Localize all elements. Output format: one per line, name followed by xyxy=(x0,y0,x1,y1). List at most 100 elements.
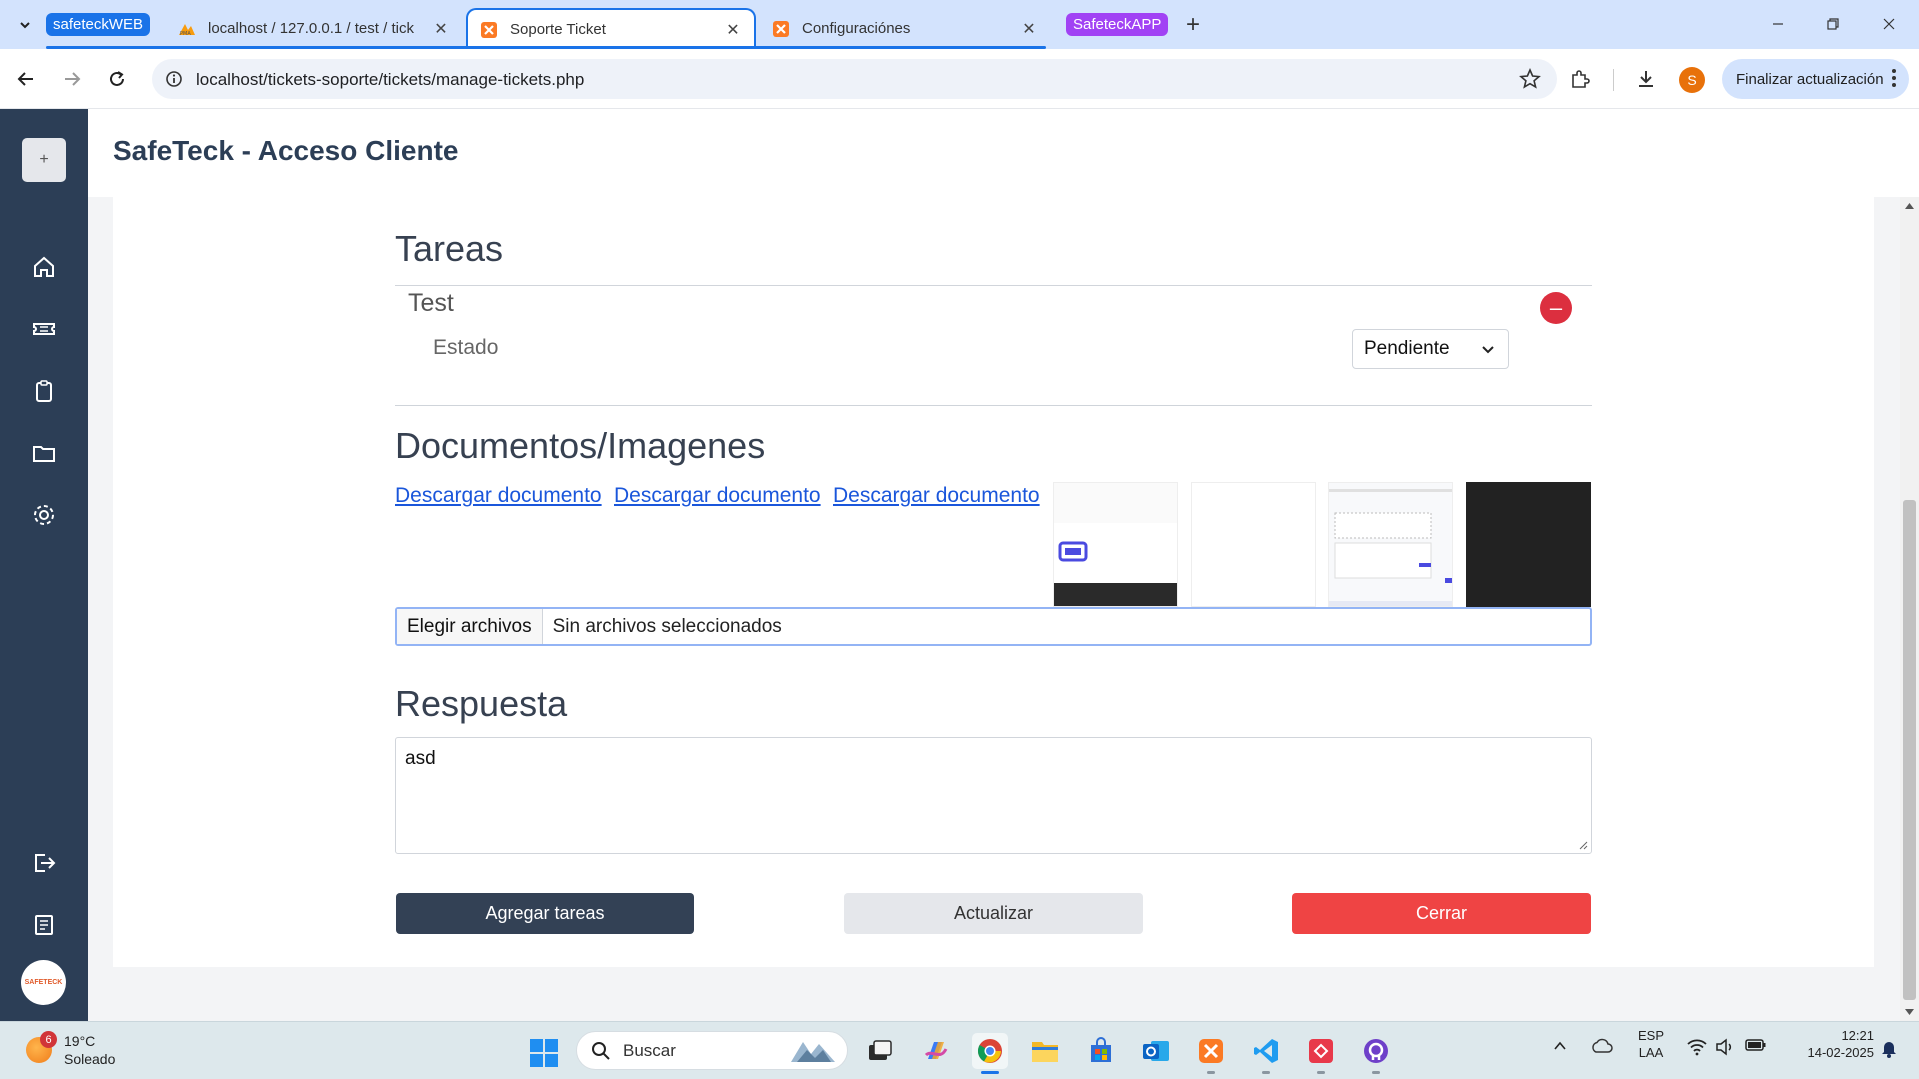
logout-icon[interactable] xyxy=(26,845,62,881)
safeteck-logo: SAFETECK xyxy=(21,960,66,1005)
scroll-down-icon[interactable] xyxy=(1905,1009,1914,1016)
clock[interactable]: 12:21 14-02-2025 xyxy=(1784,1027,1875,1061)
report-icon[interactable] xyxy=(26,907,62,943)
volume-icon[interactable] xyxy=(1715,1038,1735,1056)
store-icon[interactable] xyxy=(1083,1033,1119,1069)
search-highlight-icon xyxy=(791,1042,835,1062)
address-bar[interactable]: localhost/tickets-soporte/tickets/manage… xyxy=(152,59,1557,99)
toolbar-divider xyxy=(1613,69,1614,91)
finish-update-button[interactable]: Finalizar actualización xyxy=(1722,59,1909,99)
file-upload-input[interactable]: Elegir archivos Sin archivos seleccionad… xyxy=(395,607,1592,646)
restore-icon xyxy=(1827,18,1839,30)
show-hidden-icons-button[interactable] xyxy=(1552,1038,1568,1054)
language-code: ESP xyxy=(1637,1028,1664,1043)
xampp-icon xyxy=(480,21,498,39)
weather-widget[interactable]: 6 19°C Soleado xyxy=(26,1031,115,1068)
phpmyadmin-icon: PMA xyxy=(178,20,196,38)
download-document-link[interactable]: Descargar documento xyxy=(833,484,1040,508)
tab-group-safeteckapp[interactable]: SafeteckAPP xyxy=(1066,13,1169,36)
outlook-icon[interactable] xyxy=(1138,1033,1174,1069)
language-indicator[interactable]: ESP LAA xyxy=(1636,1027,1666,1061)
new-tab-button[interactable]: + xyxy=(1180,11,1206,38)
remove-task-button[interactable]: – xyxy=(1540,292,1572,324)
download-icon xyxy=(1639,71,1653,87)
tab-search-dropdown[interactable] xyxy=(12,12,38,38)
home-icon[interactable] xyxy=(26,249,62,285)
windows-logo-icon xyxy=(530,1039,558,1067)
restore-button[interactable] xyxy=(1813,8,1853,40)
onedrive-icon[interactable] xyxy=(1590,1038,1614,1054)
profile-avatar[interactable]: S xyxy=(1679,67,1705,93)
update-button[interactable]: Actualizar xyxy=(844,893,1143,934)
site-info-icon[interactable] xyxy=(164,69,184,94)
response-textarea[interactable]: asd xyxy=(395,737,1592,854)
tab-title: Configuraciónes xyxy=(802,20,911,37)
search-placeholder: Buscar xyxy=(623,1040,676,1060)
browser-toolbar: localhost/tickets-soporte/tickets/manage… xyxy=(0,49,1919,109)
xampp-icon[interactable] xyxy=(1193,1033,1229,1074)
clipboard-icon[interactable] xyxy=(26,373,62,409)
image-thumbnail[interactable] xyxy=(1053,482,1178,607)
tab-phpmyadmin[interactable]: PMA localhost / 127.0.0.1 / test / tick … xyxy=(166,8,462,49)
clock-date: 14-02-2025 xyxy=(1807,1045,1875,1060)
response-title: Respuesta xyxy=(395,683,568,724)
more-vert-icon[interactable] xyxy=(1891,67,1897,93)
puzzle-icon xyxy=(1572,70,1590,88)
chevron-up-icon xyxy=(1554,1041,1566,1050)
keyboard-layout: LAA xyxy=(1638,1045,1664,1060)
bookmark-star-icon[interactable] xyxy=(1519,67,1541,95)
minimize-button[interactable] xyxy=(1758,8,1798,40)
sun-icon: 6 xyxy=(26,1031,57,1063)
close-window-button[interactable] xyxy=(1869,8,1909,40)
reload-button[interactable] xyxy=(101,63,133,95)
extensions-button[interactable] xyxy=(1564,63,1596,95)
close-icon[interactable]: ✕ xyxy=(1020,20,1038,38)
tab-soporte-ticket[interactable]: Soporte Ticket ✕ xyxy=(466,8,756,49)
settings-icon[interactable] xyxy=(26,497,62,533)
wifi-icon[interactable] xyxy=(1686,1038,1708,1056)
download-document-link[interactable]: Descargar documento xyxy=(614,484,821,508)
xampp-icon xyxy=(772,20,790,38)
vscode-icon[interactable] xyxy=(1248,1033,1284,1074)
folder-icon[interactable] xyxy=(26,435,62,471)
image-thumbnail[interactable] xyxy=(1191,482,1316,607)
scroll-up-icon[interactable] xyxy=(1905,202,1914,209)
task-name: Test xyxy=(408,289,454,317)
notifications-bell-icon[interactable] xyxy=(1880,1038,1898,1058)
choose-files-button[interactable]: Elegir archivos xyxy=(397,609,543,644)
task-status-select[interactable]: Pendiente xyxy=(1352,329,1509,369)
chrome-icon[interactable] xyxy=(972,1033,1008,1074)
forward-button[interactable] xyxy=(56,63,88,95)
back-button[interactable] xyxy=(10,63,42,95)
arrow-right-icon xyxy=(65,72,81,86)
search-icon xyxy=(592,1041,610,1060)
add-tasks-button[interactable]: Agregar tareas xyxy=(396,893,694,934)
scrollbar-thumb[interactable] xyxy=(1903,500,1916,1000)
git-app-icon[interactable] xyxy=(1303,1033,1339,1074)
downloads-button[interactable] xyxy=(1630,63,1662,95)
file-status-text: Sin archivos seleccionados xyxy=(552,615,782,637)
download-document-link[interactable]: Descargar documento xyxy=(395,484,602,508)
github-desktop-icon[interactable] xyxy=(1358,1033,1394,1074)
start-button[interactable] xyxy=(529,1038,559,1073)
tab-configuraciones[interactable]: Configuraciónes ✕ xyxy=(760,8,1050,49)
copilot-icon[interactable] xyxy=(918,1033,954,1069)
battery-icon[interactable] xyxy=(1745,1038,1767,1052)
close-ticket-button[interactable]: Cerrar xyxy=(1292,893,1591,934)
tab-title: Soporte Ticket xyxy=(510,21,606,38)
resize-handle-icon[interactable] xyxy=(1578,840,1588,850)
taskbar-search[interactable]: Buscar xyxy=(576,1031,848,1070)
task-view-icon[interactable] xyxy=(862,1033,898,1069)
image-thumbnail[interactable] xyxy=(1466,482,1591,607)
tab-title: localhost / 127.0.0.1 / test / tick xyxy=(208,20,414,37)
reload-icon xyxy=(110,71,124,86)
weather-temp: 19°C xyxy=(64,1033,96,1049)
close-icon[interactable]: ✕ xyxy=(432,20,450,38)
image-thumbnail[interactable] xyxy=(1328,482,1453,607)
page-header: SafeTeck - Acceso Cliente xyxy=(88,109,1919,197)
sidebar-toggle-button[interactable]: + xyxy=(22,138,66,182)
close-icon[interactable]: ✕ xyxy=(724,21,742,39)
file-explorer-icon[interactable] xyxy=(1027,1033,1063,1069)
tab-group-safeteckweb[interactable]: safeteckWEB xyxy=(46,13,151,36)
ticket-icon[interactable] xyxy=(26,311,62,347)
